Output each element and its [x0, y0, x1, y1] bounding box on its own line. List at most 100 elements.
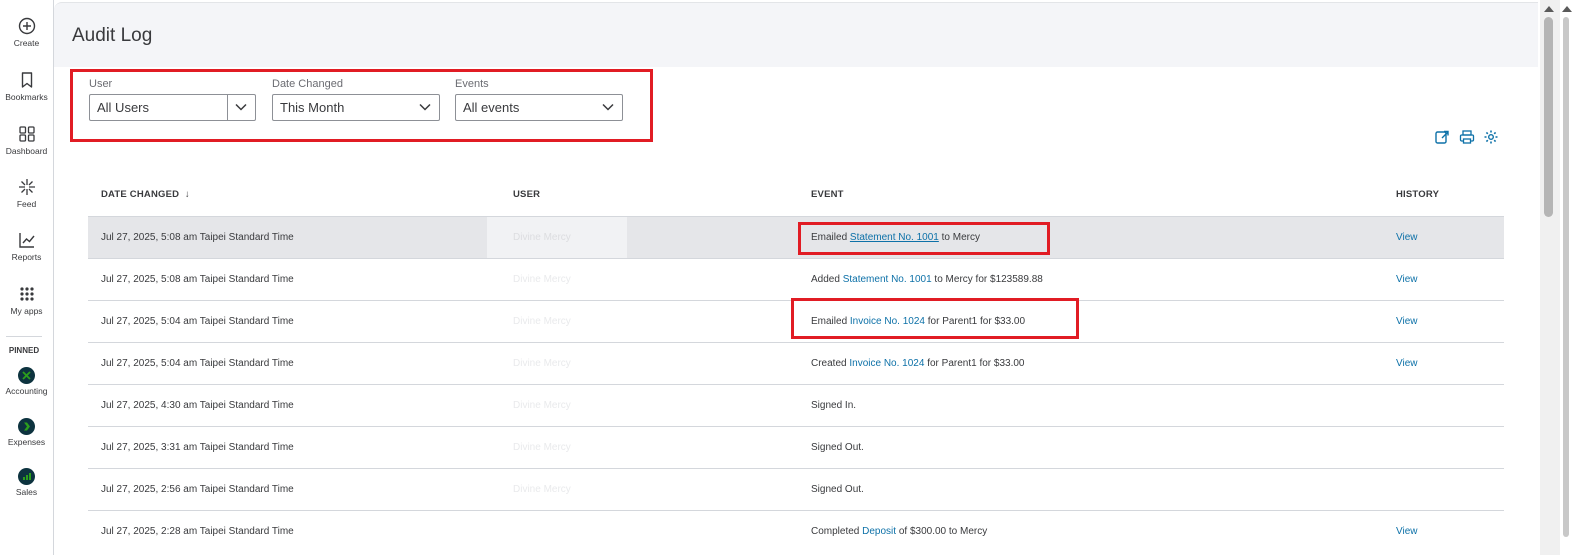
event-text: for Parent1 for $33.00	[924, 358, 1025, 369]
date-filter-label: Date Changed	[272, 78, 343, 90]
table-row: Jul 27, 2025, 2:56 am Taipei Standard Ti…	[88, 469, 1504, 511]
user-cell: Divine Mercy	[513, 232, 571, 243]
nav-expenses[interactable]: Expenses	[0, 418, 53, 447]
column-history: HISTORY	[1396, 189, 1440, 200]
user-filter: User All Users	[89, 78, 256, 121]
export-icon[interactable]	[1434, 129, 1450, 145]
event-text: of $300.00 to Mercy	[896, 526, 988, 537]
date-cell: Jul 27, 2025, 3:31 am Taipei Standard Ti…	[101, 442, 294, 453]
nav-label: Expenses	[7, 437, 46, 447]
nav-feed[interactable]: Feed	[0, 177, 53, 209]
column-event[interactable]: EVENT	[811, 189, 844, 200]
event-cell: Created Invoice No. 1024 for Parent1 for…	[811, 358, 1025, 369]
bookmark-icon	[21, 72, 32, 88]
event-cell: Completed Deposit of $300.00 to Mercy	[811, 526, 987, 537]
pinned-heading: PINNED	[8, 346, 40, 355]
gear-icon[interactable]	[1483, 129, 1499, 145]
audit-log-table: DATE CHANGED ↓ USER EVENT HISTORY Jul 27…	[88, 175, 1504, 552]
event-link[interactable]: Deposit	[862, 526, 896, 537]
nav-label: Feed	[16, 199, 37, 209]
table-row: Jul 27, 2025, 5:08 am Taipei Standard Ti…	[88, 217, 1504, 259]
nav-label: Reports	[11, 252, 42, 262]
plus-circle-icon	[18, 17, 35, 35]
apps-grid-icon	[19, 287, 34, 301]
scroll-up-icon[interactable]	[1562, 6, 1572, 12]
print-icon[interactable]	[1459, 129, 1475, 145]
nav-my-apps[interactable]: My apps	[0, 284, 53, 316]
event-text: Signed Out.	[811, 442, 864, 453]
view-link[interactable]: View	[1396, 274, 1418, 285]
user-select[interactable]: All Users	[89, 94, 256, 121]
nav-create[interactable]: Create	[0, 16, 53, 48]
event-link[interactable]: Invoice No. 1024	[849, 358, 924, 369]
view-link[interactable]: View	[1396, 232, 1418, 243]
date-cell: Jul 27, 2025, 5:04 am Taipei Standard Ti…	[101, 316, 294, 327]
nav-label: Dashboard	[5, 146, 48, 156]
nav-label: Sales	[15, 487, 38, 497]
events-select-value: All events	[463, 100, 520, 115]
view-link[interactable]: View	[1396, 526, 1418, 537]
event-highlight-box	[798, 222, 1050, 255]
scroll-up-icon[interactable]	[1544, 6, 1554, 12]
column-date-changed[interactable]: DATE CHANGED ↓	[101, 189, 190, 200]
nav-reports[interactable]: Reports	[0, 230, 53, 262]
nav-label: Create	[13, 38, 40, 48]
nav-label: Accounting	[5, 386, 48, 396]
feed-icon	[18, 179, 35, 195]
date-cell: Jul 27, 2025, 2:56 am Taipei Standard Ti…	[101, 484, 294, 495]
events-select[interactable]: All events	[455, 94, 623, 121]
scroll-thumb[interactable]	[1544, 17, 1553, 217]
nav-bookmarks[interactable]: Bookmarks	[0, 70, 53, 102]
chevron-down-icon	[602, 103, 614, 111]
event-cell: Signed Out.	[811, 442, 864, 453]
view-link[interactable]: View	[1396, 316, 1418, 327]
column-title: DATE CHANGED	[101, 189, 180, 200]
table-row: Jul 27, 2025, 5:08 am Taipei Standard Ti…	[88, 259, 1504, 301]
divider	[227, 95, 228, 120]
chevron-down-icon	[419, 103, 431, 111]
table-row: Jul 27, 2025, 3:31 am Taipei Standard Ti…	[88, 427, 1504, 469]
view-link[interactable]: View	[1396, 358, 1418, 369]
sales-icon	[18, 468, 35, 485]
user-select-value: All Users	[97, 100, 150, 115]
event-text: Signed Out.	[811, 484, 864, 495]
chevron-down-icon	[235, 103, 247, 111]
scrollbar[interactable]	[1540, 0, 1560, 555]
table-row: Jul 27, 2025, 2:28 am Taipei Standard Ti…	[88, 511, 1504, 552]
nav-accounting[interactable]: Accounting	[0, 367, 53, 396]
user-filter-label: User	[89, 78, 113, 90]
date-cell: Jul 27, 2025, 4:30 am Taipei Standard Ti…	[101, 400, 294, 411]
events-filter: Events All events	[455, 78, 623, 121]
main-content: Audit Log User All Users Date Changed Th…	[54, 0, 1538, 555]
date-select[interactable]: This Month	[272, 94, 440, 121]
column-user[interactable]: USER	[513, 189, 540, 200]
event-highlight-box	[791, 298, 1079, 339]
user-cell: Divine Mercy	[513, 484, 571, 495]
table-row: Jul 27, 2025, 5:04 am Taipei Standard Ti…	[88, 343, 1504, 385]
date-cell: Jul 27, 2025, 5:04 am Taipei Standard Ti…	[101, 358, 294, 369]
date-cell: Jul 27, 2025, 5:08 am Taipei Standard Ti…	[101, 232, 294, 243]
date-cell: Jul 27, 2025, 2:28 am Taipei Standard Ti…	[101, 526, 294, 537]
outer-scrollbar[interactable]	[1560, 0, 1593, 555]
divider	[6, 336, 42, 337]
date-filter: Date Changed This Month	[272, 78, 440, 121]
scroll-thumb[interactable]	[1563, 17, 1569, 537]
nav-label: My apps	[10, 306, 43, 316]
user-cell: Divine Mercy	[513, 400, 571, 411]
event-text: Signed In.	[811, 400, 857, 411]
event-link[interactable]: Statement No. 1001	[843, 274, 932, 285]
nav-sales[interactable]: Sales	[0, 468, 53, 497]
dashboard-icon	[18, 126, 35, 142]
date-select-value: This Month	[280, 100, 345, 115]
sort-arrow-icon: ↓	[184, 189, 190, 200]
reports-icon	[18, 233, 35, 248]
nav-label: Bookmarks	[5, 92, 48, 102]
date-cell: Jul 27, 2025, 5:08 am Taipei Standard Ti…	[101, 274, 294, 285]
event-text: to Mercy for $123589.88	[931, 274, 1043, 285]
user-cell: Divine Mercy	[513, 358, 571, 369]
event-cell: Added Statement No. 1001 to Mercy for $1…	[811, 274, 1043, 285]
page-header: Audit Log	[54, 2, 1538, 67]
accounting-icon	[18, 367, 35, 384]
user-cell: Divine Mercy	[513, 442, 571, 453]
nav-dashboard[interactable]: Dashboard	[0, 124, 53, 156]
